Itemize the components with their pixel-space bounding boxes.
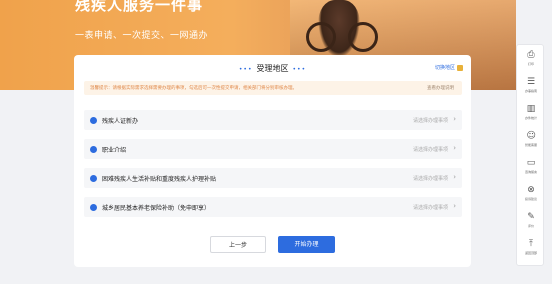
item-bullet-icon <box>90 117 97 124</box>
sidebar-item[interactable]: ⤒ 返回顶部 <box>517 238 545 260</box>
previous-button[interactable]: 上一步 <box>210 236 266 253</box>
chart-icon: ▥ <box>526 104 536 114</box>
service-item[interactable]: 残疾人证新办 请选择办理事项 › <box>84 110 462 130</box>
service-item[interactable]: 城乡居民基本养老保险补助（免申即享） 请选择办理事项 › <box>84 197 462 217</box>
print-icon: ⎙ <box>527 50 535 60</box>
region-icon <box>457 64 463 71</box>
notice-text: 温馨提示：请根据实际需求选择需要办理的事项，勾选后可一次性提交申请，相关部门将分… <box>90 86 297 91</box>
sidebar-item-label: 智能客服 <box>524 143 537 147</box>
sidebar-item-label: 评价 <box>527 224 534 228</box>
notice-bar: 温馨提示：请根据实际需求选择需要办理的事项，勾选后可一次性提交申请，相关部门将分… <box>84 81 462 95</box>
card-header: ••• 受理地区 ••• 切换地区 <box>74 55 471 81</box>
sidebar-item[interactable]: ▥ 办件统计 <box>517 103 545 125</box>
sidebar-item[interactable]: ☰ 办事指南 <box>517 76 545 98</box>
sidebar-item[interactable]: ⎙ 打印 <box>517 49 545 71</box>
chevron-right-icon: › <box>453 115 456 123</box>
sidebar-item-label: 办件统计 <box>524 116 537 120</box>
wheel-shape <box>306 22 336 52</box>
sidebar-item[interactable]: ⊗ 投诉建议 <box>517 184 545 206</box>
switch-region-link[interactable]: 切换地区 <box>435 64 463 71</box>
start-button[interactable]: 开始办理 <box>278 236 335 253</box>
region-title-text: 受理地区 <box>256 64 289 73</box>
item-label: 城乡居民基本养老保险补助（免申即享） <box>102 205 211 212</box>
service-item[interactable]: 困难残疾人生活补贴和重度残疾人护理补贴 请选择办理事项 › <box>84 168 462 188</box>
notice-link[interactable]: 查看办理说明 <box>427 85 454 91</box>
edit-icon: ✎ <box>527 212 535 222</box>
item-hint: 请选择办理事项 <box>412 176 448 182</box>
item-label: 职业介绍 <box>102 147 127 154</box>
wheel-shape <box>348 22 378 52</box>
page-subtitle: 一表申请、一次提交、一网通办 <box>75 31 209 41</box>
sidebar-item[interactable]: ▭ 咨询留言 <box>517 157 545 179</box>
item-hint: 请选择办理事项 <box>412 205 448 211</box>
sidebar-item-label: 办事指南 <box>524 89 537 93</box>
chat-icon: ▭ <box>526 158 536 168</box>
sidebar-item-label: 返回顶部 <box>524 251 537 255</box>
robot-icon: ☺ <box>526 131 536 141</box>
document-icon: ☰ <box>526 77 536 87</box>
service-card: ••• 受理地区 ••• 切换地区 温馨提示：请根据实际需求选择需要办理的事项，勾选… <box>74 55 471 267</box>
page-title: 残疾人服务一件事 <box>75 0 204 14</box>
top-icon: ⤒ <box>529 239 533 249</box>
item-label: 困难残疾人生活补贴和重度残疾人护理补贴 <box>102 176 217 183</box>
item-hint: 请选择办理事项 <box>412 118 448 124</box>
item-bullet-icon <box>90 146 97 153</box>
chevron-right-icon: › <box>453 202 456 210</box>
item-bullet-icon <box>90 175 97 182</box>
item-label: 残疾人证新办 <box>102 118 139 125</box>
chevron-right-icon: › <box>453 173 456 181</box>
sidebar-item[interactable]: ☺ 智能客服 <box>517 130 545 152</box>
switch-region-label: 切换地区 <box>434 65 455 71</box>
sidebar-item-label: 打印 <box>527 62 534 66</box>
item-hint: 请选择办理事项 <box>412 147 448 153</box>
sidebar-item[interactable]: ✎ 评价 <box>517 211 545 233</box>
item-bullet-icon <box>90 204 97 211</box>
cancel-icon: ⊗ <box>527 185 535 195</box>
sidebar-item-label: 投诉建议 <box>524 197 537 201</box>
service-item[interactable]: 职业介绍 请选择办理事项 › <box>84 139 462 159</box>
region-title: ••• 受理地区 ••• <box>74 63 471 74</box>
chevron-right-icon: › <box>453 144 456 152</box>
right-toolbar: ⎙ 打印 ☰ 办事指南 ▥ 办件统计 ☺ 智能客服 ▭ 咨询留言 ⊗ 投诉建议 ✎ 评价 ⤒ 返回顶部 <box>516 44 544 266</box>
decor-dots: ••• <box>292 66 307 73</box>
decor-dots: ••• <box>238 66 253 73</box>
sidebar-item-label: 咨询留言 <box>524 170 537 174</box>
